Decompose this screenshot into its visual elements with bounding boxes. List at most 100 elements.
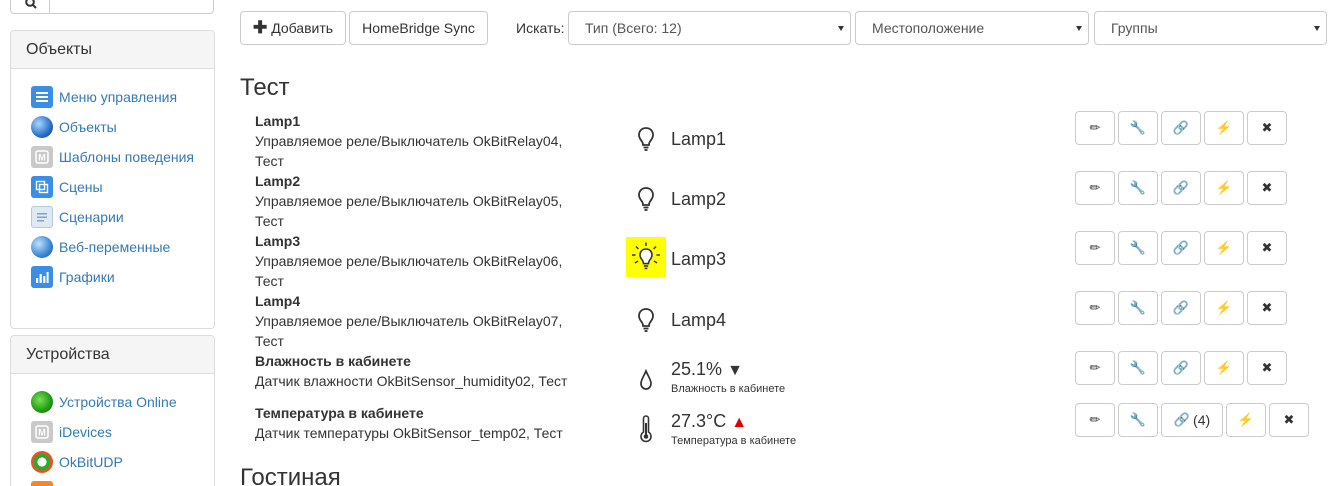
add-button[interactable]: ✚ Добавить <box>240 11 346 45</box>
delete-button[interactable]: ✖ <box>1247 171 1287 205</box>
type-select-value: Тип (Всего: 12) <box>585 20 682 36</box>
sidebar-item-templates[interactable]: M Шаблоны поведения <box>31 145 214 169</box>
device-row: Lamp1 Управляемое реле/Выключатель OkBit… <box>240 111 1327 171</box>
sidebar-item-label: Объекты <box>59 119 117 135</box>
links-button[interactable]: 🔗 <box>1161 351 1201 385</box>
links-button[interactable]: 🔗 <box>1161 231 1201 265</box>
links-button[interactable]: 🔗 <box>1161 171 1201 205</box>
device-value-group: 25.1% ▼ <box>671 358 743 382</box>
close-icon: ✖ <box>1261 120 1273 135</box>
main-content: ✚ Добавить HomeBridge Sync Искать: Тип (… <box>240 0 1333 486</box>
settings-button[interactable]: 🔧 <box>1118 351 1158 385</box>
search-input[interactable] <box>49 0 214 14</box>
type-select[interactable]: Тип (Всего: 12) <box>568 11 851 45</box>
sidebar-item-devices-online[interactable]: Устройства Online <box>31 390 214 414</box>
sidebar-item-charts[interactable]: Графики <box>31 265 214 289</box>
groups-select[interactable]: Группы <box>1094 11 1327 45</box>
run-button[interactable]: ⚡ <box>1204 351 1244 385</box>
sidebar: Объекты Меню управления Объекты M Шаблон… <box>0 0 226 486</box>
edit-button[interactable]: ✏ <box>1075 171 1115 205</box>
edit-button[interactable]: ✏ <box>1075 403 1115 437</box>
delete-button[interactable]: ✖ <box>1247 231 1287 265</box>
bulb-off-icon[interactable] <box>626 300 666 340</box>
caret-down-icon <box>838 26 844 31</box>
run-button[interactable]: ⚡ <box>1204 111 1244 145</box>
settings-button[interactable]: 🔧 <box>1118 403 1158 437</box>
chart-icon <box>31 266 53 288</box>
web-globe-icon <box>31 236 53 258</box>
homebridge-sync-button[interactable]: HomeBridge Sync <box>349 11 488 45</box>
settings-button[interactable]: 🔧 <box>1118 111 1158 145</box>
link-icon: 🔗 <box>1172 300 1190 315</box>
settings-button[interactable]: 🔧 <box>1118 171 1158 205</box>
sidebar-item-objects[interactable]: Объекты <box>31 115 214 139</box>
thermometer-icon[interactable] <box>626 409 666 449</box>
link-icon: 🔗 <box>1172 240 1190 255</box>
device-name: Lamp3 <box>255 233 301 249</box>
delete-button[interactable]: ✖ <box>1247 291 1287 325</box>
device-description: Управляемое реле/Выключатель OkBitRelay0… <box>255 133 563 169</box>
flash-icon: ⚡ <box>1215 120 1233 135</box>
edit-button[interactable]: ✏ <box>1075 111 1115 145</box>
delete-button[interactable]: ✖ <box>1247 111 1287 145</box>
sidebar-item-scripts[interactable]: Сценарии <box>31 205 214 229</box>
caret-down-icon <box>1076 26 1082 31</box>
delete-button[interactable]: ✖ <box>1269 403 1309 437</box>
search-button[interactable] <box>10 0 50 14</box>
device-row: Lamp2 Управляемое реле/Выключатель OkBit… <box>240 171 1327 231</box>
link-icon: 🔗 <box>1172 120 1190 135</box>
sidebar-item-label: OkBitUDP <box>59 454 123 470</box>
links-button[interactable]: 🔗 <box>1161 291 1201 325</box>
pencil-icon: ✏ <box>1089 240 1101 255</box>
trend-down-icon: ▼ <box>727 362 743 379</box>
bulb-on-icon[interactable] <box>626 237 666 277</box>
close-icon: ✖ <box>1261 360 1273 375</box>
bulb-off-icon[interactable] <box>626 179 666 219</box>
section-title-living-room: Гостиная <box>240 464 341 486</box>
flash-icon: ⚡ <box>1215 180 1233 195</box>
sidebar-item-okbitudp[interactable]: OkBitUDP <box>31 450 214 474</box>
edit-button[interactable]: ✏ <box>1075 231 1115 265</box>
device-row: Температура в кабинете Датчик температур… <box>240 403 1327 463</box>
wrench-icon: 🔧 <box>1129 240 1147 255</box>
links-button[interactable]: 🔗 (4) <box>1161 403 1223 437</box>
settings-button[interactable]: 🔧 <box>1118 231 1158 265</box>
device-name: Lamp4 <box>255 293 301 309</box>
sidebar-item-idevices[interactable]: M iDevices <box>31 420 214 444</box>
links-button[interactable]: 🔗 <box>1161 111 1201 145</box>
bulb-off-icon[interactable] <box>626 119 666 159</box>
device-name: Температура в кабинете <box>255 405 424 421</box>
toolbar: ✚ Добавить HomeBridge Sync Искать: Тип (… <box>240 11 1327 45</box>
search-icon <box>25 0 37 9</box>
device-description: Управляемое реле/Выключатель OkBitRelay0… <box>255 313 563 349</box>
pencil-icon: ✏ <box>1089 120 1101 135</box>
settings-button[interactable]: 🔧 <box>1118 291 1158 325</box>
device-value: Lamp4 <box>671 310 727 330</box>
sidebar-search <box>10 0 214 14</box>
link-icon: 🔗 <box>1172 180 1190 195</box>
droplet-icon[interactable] <box>626 360 666 400</box>
edit-button[interactable]: ✏ <box>1075 291 1115 325</box>
device-name: Lamp1 <box>255 113 301 129</box>
sidebar-item-web-variables[interactable]: Веб-переменные <box>31 235 214 259</box>
close-icon: ✖ <box>1261 240 1273 255</box>
link-icon: 🔗 <box>1173 412 1191 427</box>
delete-button[interactable]: ✖ <box>1247 351 1287 385</box>
location-select[interactable]: Местоположение <box>855 11 1089 45</box>
orange-module-icon <box>31 481 53 486</box>
objects-panel: Объекты Меню управления Объекты M Шаблон… <box>10 30 215 329</box>
wrench-icon: 🔧 <box>1129 360 1147 375</box>
sidebar-item-scenes[interactable]: Сцены <box>31 175 214 199</box>
run-button[interactable]: ⚡ <box>1204 171 1244 205</box>
wrench-icon: 🔧 <box>1129 180 1147 195</box>
device-name: Влажность в кабинете <box>255 353 411 369</box>
sidebar-item-control-menu[interactable]: Меню управления <box>31 85 214 109</box>
run-button[interactable]: ⚡ <box>1204 291 1244 325</box>
run-button[interactable]: ⚡ <box>1226 403 1266 437</box>
online-icon <box>31 391 53 413</box>
run-button[interactable]: ⚡ <box>1204 231 1244 265</box>
edit-button[interactable]: ✏ <box>1075 351 1115 385</box>
device-name: Lamp2 <box>255 173 301 189</box>
pencil-icon: ✏ <box>1089 300 1101 315</box>
device-description: Датчик температуры OkBitSensor_temp02, Т… <box>255 425 563 441</box>
